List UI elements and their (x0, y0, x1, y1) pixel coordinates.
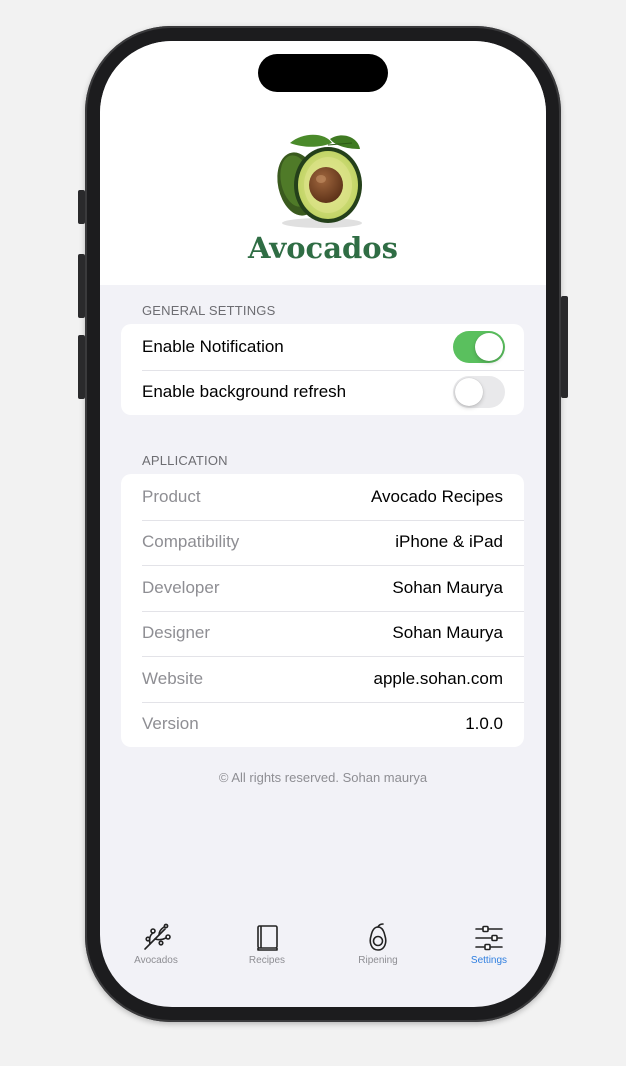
product-value: Avocado Recipes (371, 486, 503, 506)
developer-row: Developer Sohan Maurya (121, 565, 524, 611)
application-card: Product Avocado Recipes Compatibility iP… (121, 474, 524, 747)
tab-ripening-label: Ripening (358, 955, 398, 966)
tab-settings[interactable]: Settings (439, 923, 539, 966)
version-row: Version 1.0.0 (121, 701, 524, 748)
enable-background-refresh-label: Enable background refresh (142, 382, 347, 402)
tab-avocados[interactable]: Avocados (106, 923, 206, 966)
branch-icon (144, 923, 171, 950)
enable-notification-label: Enable Notification (142, 336, 284, 356)
toggle-knob (475, 332, 503, 361)
tab-recipes[interactable]: Recipes (217, 923, 317, 966)
copyright-note: © All rights reserved. Sohan maurya (218, 770, 428, 785)
app-title: Avocados (248, 231, 398, 265)
compatibility-row: Compatibility iPhone & iPad (121, 519, 524, 566)
enable-background-refresh-row: Enable background refresh (121, 369, 524, 416)
website-value[interactable]: apple.sohan.com (374, 669, 503, 689)
compatibility-value: iPhone & iPad (395, 532, 503, 552)
tab-bar: Avocados Recipes Ripening Settings (100, 911, 546, 1007)
avocado-icon (369, 923, 387, 951)
tab-recipes-label: Recipes (248, 955, 286, 966)
developer-label: Developer (142, 577, 220, 597)
tab-ripening[interactable]: Ripening (328, 923, 428, 966)
version-label: Version (142, 714, 199, 734)
general-settings-card: Enable Notification Enable background re… (121, 324, 524, 415)
compatibility-label: Compatibility (142, 532, 240, 552)
toggle-knob (455, 378, 483, 407)
avocado-logo (277, 134, 362, 228)
screen: Avocados GENERAL SETTINGS Enable Notific… (100, 41, 546, 1007)
tab-settings-label: Settings (470, 955, 508, 966)
product-label: Product (142, 486, 201, 506)
website-label: Website (142, 668, 204, 688)
volume-up-button (78, 254, 85, 318)
website-row: Website apple.sohan.com (121, 656, 524, 702)
version-value: 1.0.0 (465, 714, 503, 734)
action-button (78, 190, 85, 224)
sliders-icon (475, 925, 503, 951)
dynamic-island (258, 54, 388, 92)
general-settings-header: GENERAL SETTINGS (142, 303, 276, 318)
designer-label: Designer (142, 623, 211, 643)
volume-down-button (78, 335, 85, 399)
designer-row: Designer Sohan Maurya (121, 610, 524, 657)
enable-notification-toggle[interactable] (453, 330, 505, 363)
enable-notification-row: Enable Notification (121, 324, 524, 370)
developer-value: Sohan Maurya (392, 577, 503, 597)
designer-value: Sohan Maurya (392, 623, 503, 643)
product-row: Product Avocado Recipes (121, 474, 524, 520)
book-icon (257, 925, 278, 951)
power-button (561, 296, 568, 398)
enable-background-refresh-toggle[interactable] (453, 376, 505, 409)
tab-avocados-label: Avocados (134, 955, 178, 966)
application-header: APLLICATION (142, 453, 228, 468)
header: Avocados (100, 41, 546, 285)
